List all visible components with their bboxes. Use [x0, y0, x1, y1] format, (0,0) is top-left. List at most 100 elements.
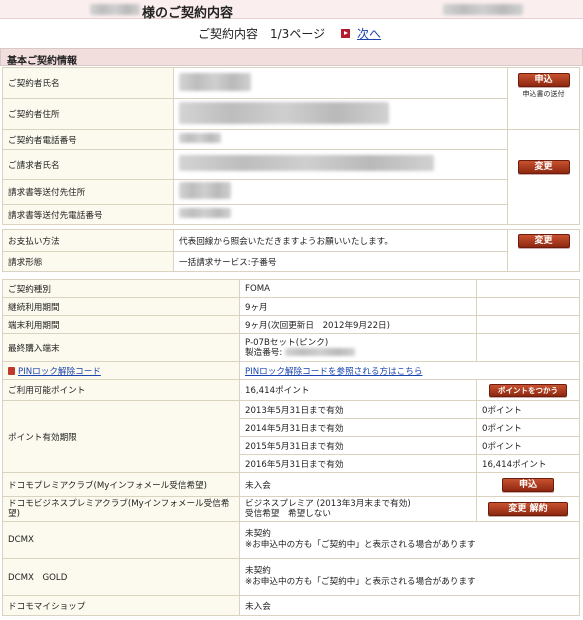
- billing-form-value: 一括請求サービス:子番号: [173, 251, 508, 272]
- billing-address-value: [173, 179, 508, 205]
- table-row: ドコモビジネスプレミアクラブ(Myインフォメール受信希望) ビジネスプレミア (…: [2, 496, 580, 522]
- table-row: 請求書等送付先住所: [2, 179, 580, 205]
- pin-help-link[interactable]: PINロック解除コードを参照される方はこちら: [245, 367, 422, 377]
- redacted-value: [179, 208, 231, 218]
- lock-icon: [8, 366, 15, 375]
- dcmx-value: 未契約 ※お申込中の方も「ご契約中」と表示される場合があります: [239, 521, 580, 559]
- business-premier-label: ドコモビジネスプレミアクラブ(Myインフォメール受信希望): [2, 496, 240, 522]
- usage-period-value: 9ヶ月: [239, 297, 477, 316]
- table-row: PINロック解除コード PINロック解除コードを参照される方はこちら: [2, 361, 580, 380]
- expiry-date: 2015年5月31日まで有効: [239, 436, 477, 455]
- pin-unlock-link[interactable]: PINロック解除コード: [18, 367, 101, 377]
- contractor-address-label: ご契約者住所: [2, 98, 174, 130]
- premier-club-label: ドコモプレミアクラブ(Myインフォメール受信希望): [2, 472, 240, 497]
- payment-table: お支払い方法 代表回線から照会いただきますようお願いいたします。 変更 請求形態…: [2, 229, 580, 272]
- payment-change-cell: 変更: [507, 229, 580, 272]
- billing-phone-value: [173, 204, 508, 225]
- business-premier-change-cancel-button[interactable]: 変更 解約: [488, 502, 568, 516]
- contract-table: ご契約種別 FOMA 継続利用期間 9ヶ月 端末利用期間 9ヶ月(次回更新日 2…: [2, 279, 580, 616]
- expiry-date: 2013年5月31日まで有効: [239, 400, 477, 419]
- business-premier-status: ビジネスプレミア (2013年3月末まで有効): [245, 499, 411, 509]
- billing-phone-label: 請求書等送付先電話番号: [2, 204, 174, 225]
- table-row: 請求形態 一括請求サービス:子番号: [2, 251, 580, 272]
- available-points-value: 16,414ポイント: [239, 379, 477, 401]
- dcmx-gold-note: ※お申込中の方も「ご契約中」と表示される場合があります: [245, 577, 476, 587]
- my-shop-label: ドコモマイショップ: [2, 595, 240, 616]
- billing-name-label: ご請求者氏名: [2, 149, 174, 180]
- points-expiry-label: ポイント有効期限: [2, 400, 240, 473]
- page-title: 様のご契約内容: [142, 6, 234, 21]
- redacted-serial: [285, 347, 356, 356]
- basic-info-table: ご契約者氏名 申込 申込書の送付 ご契約者住所 ご契約者電話番号 変更 ご請求者…: [2, 67, 580, 225]
- table-row: ポイント有効期限 2013年5月31日まで有効 0ポイント: [2, 400, 580, 473]
- contractor-phone-label: ご契約者電話番号: [2, 129, 174, 150]
- device-period-value: 9ヶ月(次回更新日 2012年9月22日): [239, 315, 477, 334]
- table-row: DCMX GOLD 未契約 ※お申込中の方も「ご契約中」と表示される場合がありま…: [2, 558, 580, 596]
- redacted-value: [179, 72, 251, 91]
- title-band: 様のご契約内容: [0, 0, 583, 21]
- table-row: ドコモマイショップ 未入会: [2, 595, 580, 616]
- next-page-link[interactable]: 次へ: [357, 25, 381, 42]
- premier-apply-button[interactable]: 申込: [502, 477, 554, 492]
- dcmx-gold-status: 未契約: [245, 566, 271, 576]
- contract-type-value: FOMA: [239, 279, 477, 298]
- dcmx-gold-label: DCMX GOLD: [2, 558, 240, 596]
- use-points-button[interactable]: ポイントをつかう: [489, 383, 567, 397]
- table-row: ご契約者住所: [2, 98, 580, 130]
- premier-club-value: 未入会: [239, 472, 477, 497]
- dcmx-gold-value: 未契約 ※お申込中の方も「ご契約中」と表示される場合があります: [239, 558, 580, 596]
- table-row: ご契約者氏名 申込 申込書の送付: [2, 67, 580, 130]
- pin-help-cell: PINロック解除コードを参照される方はこちら: [239, 361, 580, 380]
- business-premier-value: ビジネスプレミア (2013年3月末まで有効) 受信希望 希望しない: [239, 496, 477, 522]
- table-row: お支払い方法 代表回線から照会いただきますようお願いいたします。 変更: [2, 229, 580, 272]
- device-model: P-07Bセット(ピンク): [245, 337, 329, 348]
- redacted-value: [179, 133, 221, 143]
- business-premier-mail: 受信希望 希望しない: [245, 509, 331, 519]
- expiry-points: 0ポイント: [476, 418, 580, 437]
- contractor-address-value: [173, 98, 508, 130]
- billing-form-label: 請求形態: [2, 251, 174, 272]
- business-premier-cancel-label[interactable]: 解約: [530, 504, 548, 514]
- use-points-cell: ポイントをつかう: [476, 379, 580, 401]
- dcmx-status: 未契約: [245, 529, 271, 539]
- redacted-value: [179, 101, 389, 124]
- payment-method-value: 代表回線から照会いただきますようお願いいたします。: [173, 229, 508, 252]
- apply-cell: 申込 申込書の送付: [507, 67, 580, 130]
- expiry-date: 2016年5月31日まで有効: [239, 454, 477, 473]
- page-indicator: ご契約内容 1/3ページ: [198, 27, 326, 41]
- expiry-date: 2014年5月31日まで有効: [239, 418, 477, 437]
- contractor-name-label: ご契約者氏名: [2, 67, 174, 99]
- expiry-points: 16,414ポイント: [476, 454, 580, 473]
- device-period-label: 端末利用期間: [2, 315, 240, 334]
- premier-apply-cell: 申込: [476, 472, 580, 497]
- billing-name-value: [173, 149, 508, 180]
- page-nav: ご契約内容 1/3ページ 次へ: [0, 23, 583, 43]
- available-points-label: ご利用可能ポイント: [2, 379, 240, 401]
- contractor-name-value: [173, 67, 508, 99]
- apply-button[interactable]: 申込: [517, 73, 570, 87]
- payment-change-button[interactable]: 変更: [517, 234, 570, 248]
- table-row: DCMX 未契約 ※お申込中の方も「ご契約中」と表示される場合があります: [2, 521, 580, 559]
- table-row: 請求書等送付先電話番号: [2, 204, 580, 225]
- expiry-points: 0ポイント: [476, 436, 580, 455]
- table-row: 最終購入端末 P-07Bセット(ピンク) 製造番号:: [2, 333, 580, 362]
- serial-label: 製造番号:: [245, 347, 283, 358]
- table-row: ご契約者電話番号 変更: [2, 129, 580, 225]
- redacted-customer-name: [90, 4, 140, 15]
- redacted-value: [179, 155, 434, 171]
- billing-address-label: 請求書等送付先住所: [2, 179, 174, 205]
- usage-period-label: 継続利用期間: [2, 297, 240, 316]
- table-row: 端末利用期間 9ヶ月(次回更新日 2012年9月22日): [2, 315, 580, 334]
- payment-method-label: お支払い方法: [2, 229, 174, 252]
- pin-cell: PINロック解除コード: [2, 361, 240, 380]
- expiry-points: 0ポイント: [476, 400, 580, 419]
- business-premier-change-label[interactable]: 変更: [508, 504, 526, 514]
- next-arrow-icon[interactable]: [341, 29, 350, 38]
- dcmx-label: DCMX: [2, 521, 240, 559]
- contractor-phone-value: [173, 129, 508, 150]
- change-button[interactable]: 変更: [517, 160, 570, 174]
- last-device-value: P-07Bセット(ピンク) 製造番号:: [239, 333, 477, 362]
- redacted-phone-number: [443, 4, 523, 15]
- table-row: 継続利用期間 9ヶ月: [2, 297, 580, 316]
- table-row: ドコモプレミアクラブ(Myインフォメール受信希望) 未入会 申込: [2, 472, 580, 497]
